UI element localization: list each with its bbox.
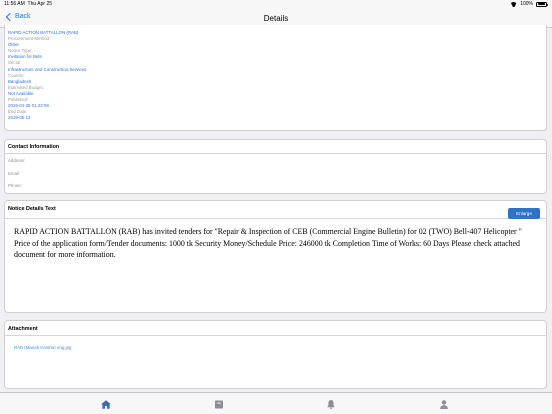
notice-details-title: Notice Details Text <box>8 206 56 212</box>
notice-info-list: RAPID ACTION BATTALLON (RAB) Procurement … <box>8 30 543 121</box>
tab-alerts[interactable] <box>325 399 337 410</box>
battery-percent: 100% <box>520 1 533 7</box>
tab-home[interactable] <box>100 399 112 410</box>
battery-icon <box>536 1 548 7</box>
archive-icon <box>215 400 223 409</box>
person-icon <box>440 400 448 409</box>
divider <box>5 153 546 154</box>
attachment-card: Attachment RAB (Manab Kantha) eng.jpg <box>4 320 547 389</box>
tab-saved[interactable] <box>213 399 225 410</box>
email-label: Email: <box>8 170 21 176</box>
status-time: 11:56 AM Thu Apr 25 <box>4 1 53 7</box>
contact-title: Contact Information <box>8 144 60 150</box>
home-icon <box>101 400 111 409</box>
phone-label: Phone: <box>8 183 22 188</box>
enlarge-button[interactable]: Enlarge <box>508 208 540 219</box>
tab-profile[interactable] <box>438 399 450 410</box>
divider <box>5 335 546 336</box>
bell-icon <box>327 400 335 410</box>
attachment-title: Attachment <box>8 326 38 332</box>
wifi-icon <box>510 2 517 7</box>
address-label: Address: <box>8 158 26 163</box>
info-field-value: 2019-05-13 <box>8 115 31 121</box>
page-title: Details <box>263 14 289 23</box>
notice-info-card: RAPID ACTION BATTALLON (RAB) Procurement … <box>4 25 547 131</box>
attachment-link[interactable]: RAB (Manab Kantha) eng.jpg <box>14 345 71 350</box>
contact-card: Contact Information Address: Email: Phon… <box>4 139 547 194</box>
notice-details-text: RAPID ACTION BATTALLON (RAB) has invited… <box>14 227 522 259</box>
tab-bar <box>0 392 552 414</box>
status-bar: 11:56 AM Thu Apr 25 100% <box>0 0 552 9</box>
notice-details-card: Notice Details Text Enlarge RAPID ACTION… <box>4 200 547 313</box>
